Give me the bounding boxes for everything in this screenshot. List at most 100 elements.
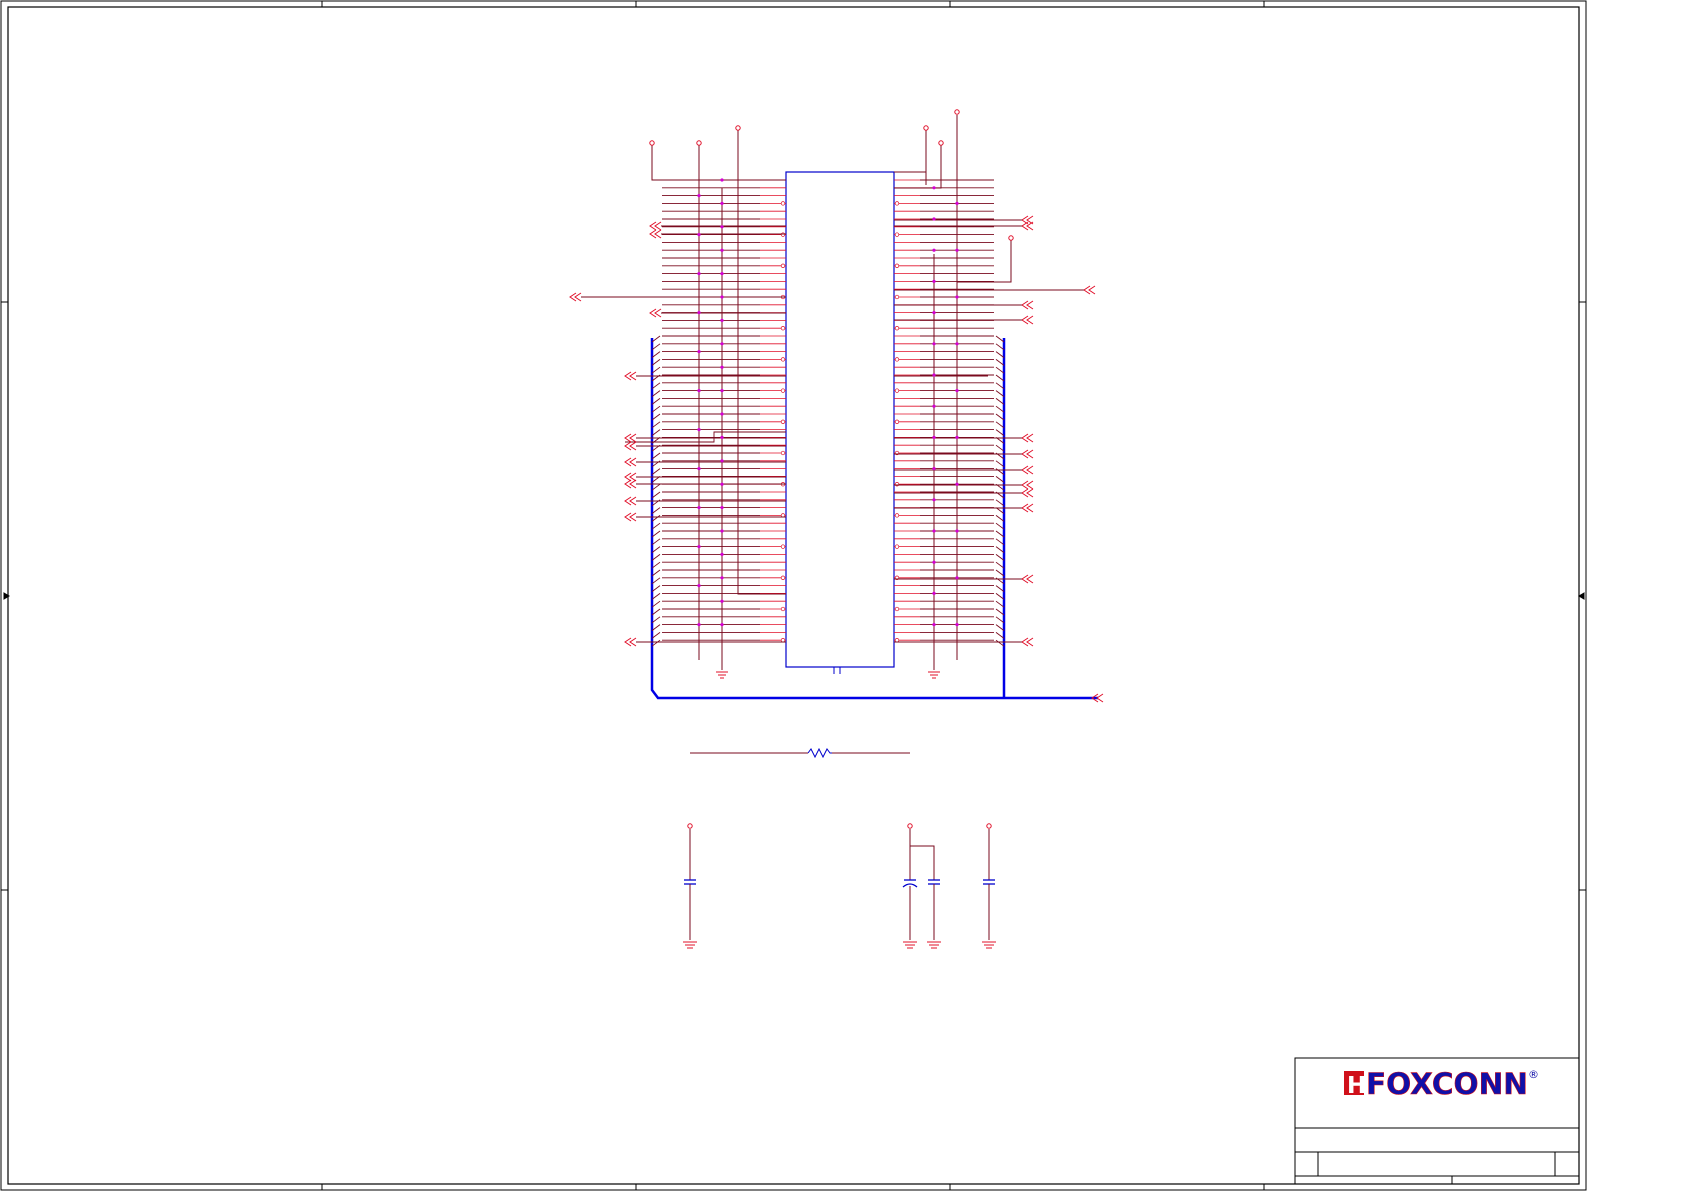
junction-dot (932, 404, 936, 408)
junction-dot (955, 342, 959, 346)
off-page-connector-icon (649, 229, 662, 239)
junction-dot (932, 279, 936, 283)
junction-dot (720, 342, 724, 346)
junction-dot (932, 498, 936, 502)
junction-dot (697, 233, 701, 237)
pin-marker (894, 201, 900, 206)
pin-marker (780, 263, 786, 268)
pin-marker (894, 263, 900, 268)
pin-marker (894, 513, 900, 518)
junction-dot (955, 248, 959, 252)
off-page-connector-icon (624, 433, 637, 443)
off-page-connector-icon (624, 512, 637, 522)
off-page-connector-icon (1021, 465, 1034, 475)
junction-dot (720, 272, 724, 276)
pin-marker (894, 606, 900, 612)
off-page-connector-icon (624, 637, 637, 647)
power-rails (651, 115, 1012, 670)
junction-dot (932, 560, 936, 564)
junction-dot (932, 373, 936, 377)
pin-marker (894, 419, 900, 424)
pin-marker (780, 201, 786, 206)
junction-dot (720, 178, 724, 182)
junction-dot (955, 389, 959, 393)
logo-mark: H (1347, 1073, 1366, 1099)
off-page-connector-icon (624, 457, 637, 467)
ground-icon (683, 941, 996, 949)
data-bus (650, 338, 1098, 700)
pin-marker (894, 388, 900, 393)
off-page-connector-icon (1021, 574, 1034, 584)
off-page-connector-icon (1021, 315, 1034, 325)
junction-dot (697, 428, 701, 432)
junction-dot (697, 506, 701, 510)
left-pin-rows (625, 179, 786, 647)
pin-marker (780, 638, 786, 643)
junction-dot (932, 342, 936, 346)
pin-marker (780, 326, 786, 331)
junction-dot (720, 623, 724, 627)
pin-marker (894, 294, 900, 300)
junction-dot (955, 529, 959, 533)
off-page-connector-icon (649, 308, 662, 318)
off-page-connector-icon (1021, 503, 1034, 513)
off-page-connector-icon (1021, 488, 1034, 498)
junction-dot (955, 295, 959, 299)
junction-dot (932, 186, 936, 190)
junction-dot (720, 389, 724, 393)
junction-dot (697, 584, 701, 588)
registered-mark: ® (1528, 1068, 1539, 1081)
junction-dot (697, 194, 701, 198)
off-page-connector-icon (1021, 637, 1034, 647)
off-page-connector-icon (1021, 433, 1034, 443)
junction-dot (720, 506, 724, 510)
schematic-sheet: H FOXCONN ® (0, 0, 1587, 1191)
pin-marker (780, 606, 786, 612)
junction-dots (697, 178, 959, 627)
junction-dot (720, 318, 724, 322)
resistor (690, 747, 910, 759)
pin-marker (894, 232, 900, 237)
junction-dot (720, 295, 724, 299)
off-page-connector-icon (624, 371, 637, 381)
junction-dot (697, 467, 701, 471)
junction-dot (955, 201, 959, 205)
junction-dot (697, 311, 701, 315)
off-page-connector-icon (1021, 449, 1034, 459)
off-page-connector-icon (649, 221, 662, 231)
junction-dot (720, 576, 724, 580)
foxconn-logo: H FOXCONN ® (1344, 1067, 1539, 1101)
junction-dot (932, 591, 936, 596)
junction-dot (697, 389, 701, 393)
off-page-connector-icon (1021, 480, 1034, 490)
sheet-border (0, 0, 1587, 1191)
pin-marker (894, 482, 900, 487)
junction-dot (720, 225, 724, 229)
pin-marker (780, 388, 786, 393)
off-page-connectors-left (569, 221, 786, 647)
off-page-connector-icon (624, 496, 637, 506)
pin-marker (894, 357, 900, 362)
junction-dot (720, 552, 724, 557)
capacitor-c4 (983, 829, 995, 940)
off-page-connector-icon (1021, 300, 1034, 310)
capacitor-c1 (684, 829, 696, 940)
junction-dot (697, 545, 701, 549)
junction-dot (720, 365, 724, 369)
junction-dot (720, 248, 724, 252)
capacitor-c2-electrolytic (902, 829, 940, 940)
connector-body (785, 171, 895, 668)
junction-dot (955, 435, 959, 439)
junction-dot (955, 623, 959, 627)
pin-marker (894, 638, 900, 643)
junction-dot (955, 482, 959, 486)
junction-dot (720, 412, 724, 416)
pin-marker (780, 575, 786, 580)
company-logo-text: FOXCONN (1366, 1067, 1528, 1101)
right-pin-rows (894, 179, 1005, 647)
off-page-connector-icon (569, 292, 582, 302)
junction-dot (720, 201, 724, 205)
junction-dot (720, 482, 724, 486)
junction-dot (697, 272, 701, 276)
pin-marker (894, 326, 900, 331)
